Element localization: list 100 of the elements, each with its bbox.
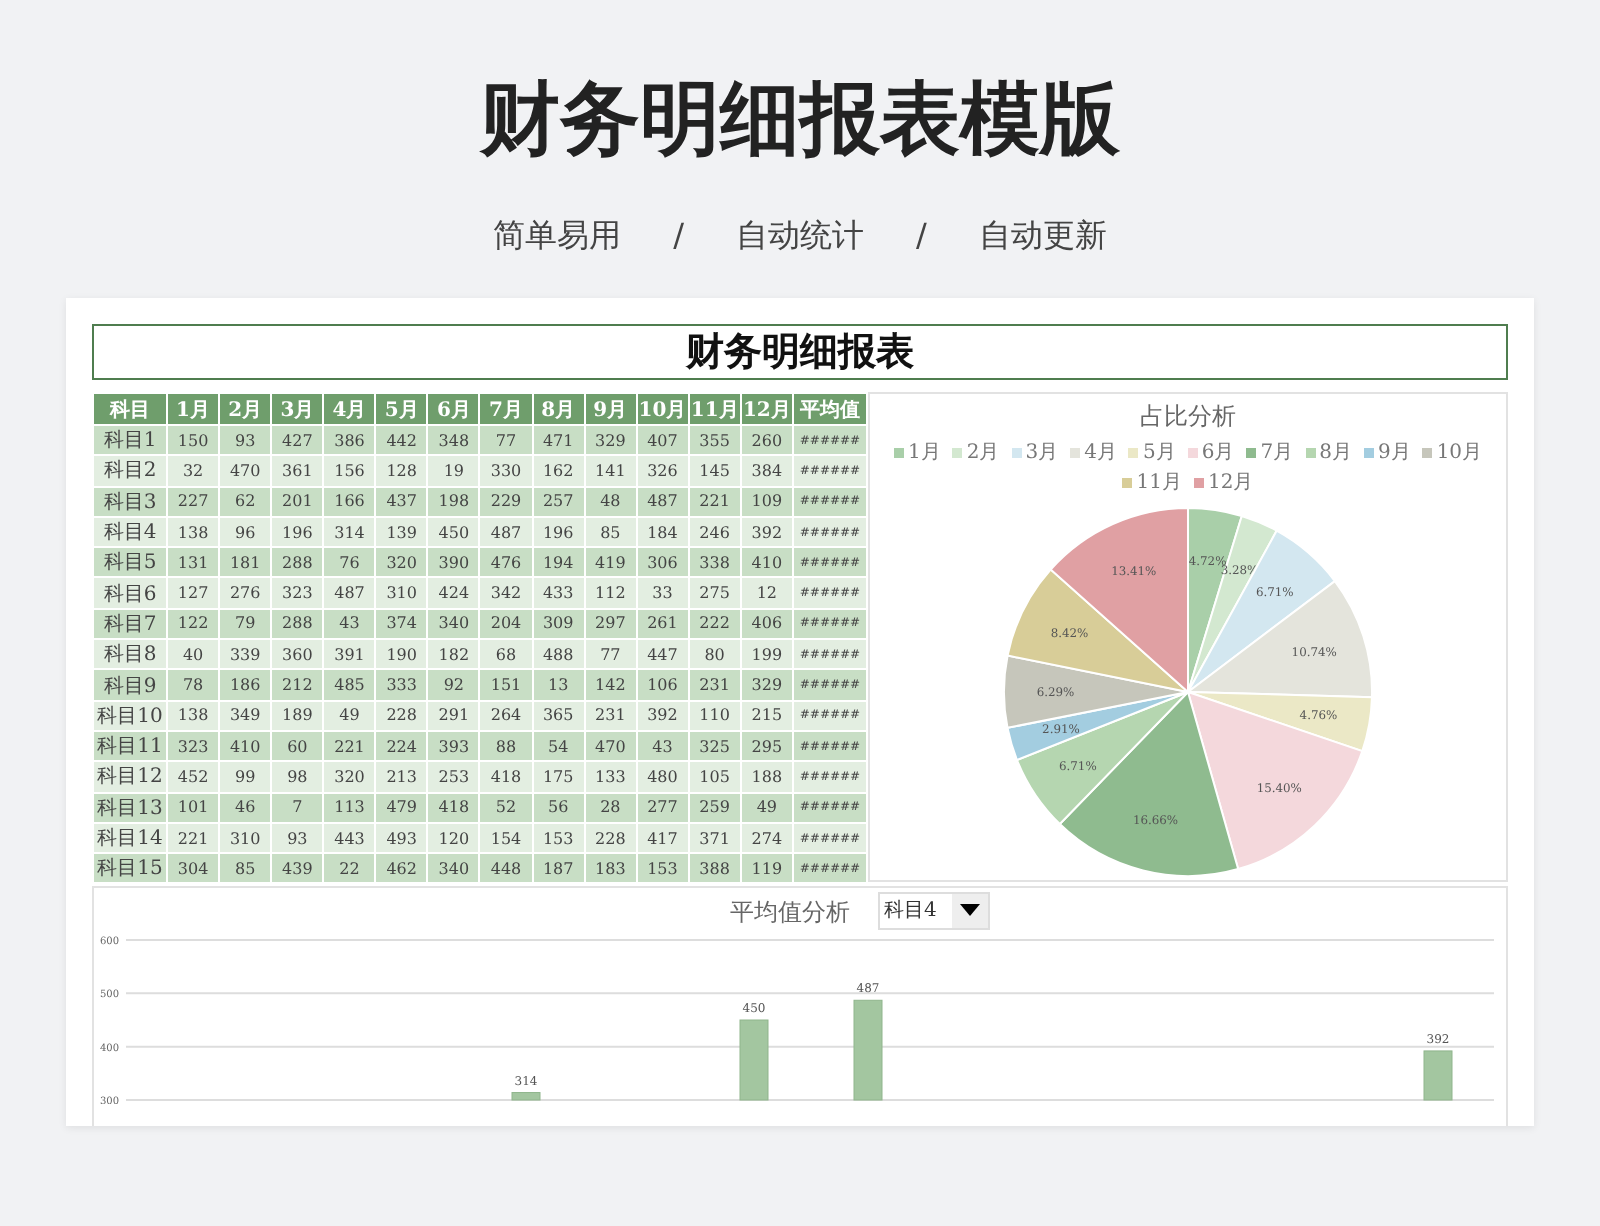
table-cell: 145 [688,455,741,487]
table-cell: 448 [479,853,533,884]
legend-label: 2月 [966,440,1000,466]
table-cell: 78 [167,669,220,701]
table-cell: 257 [532,486,585,517]
table-cell: 科目1 [93,425,167,456]
column-header: 科目 [93,393,167,425]
table-cell: 54 [532,730,585,762]
table-cell: 56 [532,792,585,823]
table-cell: 科目10 [93,700,167,731]
table-cell: 487 [636,486,689,517]
table-cell: 260 [740,425,793,456]
subject-dropdown[interactable]: 科目4 [878,891,990,929]
table-cell: 184 [636,516,689,548]
table-cell: 470 [219,455,272,487]
separator: / [916,216,927,258]
table-cell: 153 [636,853,689,884]
table-cell: 196 [532,516,585,548]
table-cell: 13 [532,669,585,701]
table-cell: 407 [636,425,689,456]
table-cell: 49 [323,700,376,731]
table-cell: 99 [219,761,272,793]
column-header: 12月 [740,393,793,425]
bar [1423,1050,1453,1101]
table-cell: 113 [323,792,376,823]
table-cell: 7 [271,792,324,823]
table-cell: 183 [584,853,637,884]
table-cell: 120 [427,822,480,854]
table-cell: 43 [323,608,376,640]
table-cell: 48 [584,486,637,517]
legend-label: 10月 [1436,440,1483,466]
table-cell: 221 [688,486,741,517]
table-cell: 450 [427,516,480,548]
table-cell: 85 [219,853,272,884]
table-cell: 310 [219,822,272,854]
legend-label: 4月 [1084,440,1117,466]
table-cell: 231 [688,669,741,701]
page-title: 财务明细报表模版 [480,72,1120,170]
column-header: 10月 [636,393,689,425]
table-cell: 199 [740,639,793,670]
bar [853,999,883,1101]
table-cell: 386 [323,425,376,456]
table-cell: 476 [479,547,533,578]
table-cell: 76 [323,547,376,578]
table-cell: 194 [532,547,585,578]
table-cell: 科目11 [93,730,167,762]
table-cell: 452 [167,761,220,793]
table-cell: 264 [479,700,533,731]
table-cell: 320 [323,761,376,793]
table-cell: 360 [271,639,324,670]
table-cell: 259 [688,792,741,823]
legend-label: 8月 [1319,440,1352,466]
table-cell: 374 [375,608,428,640]
table-cell: 306 [636,547,689,578]
table-cell: 392 [636,700,689,731]
table-cell: 科目5 [93,547,167,578]
table-cell: 科目4 [93,516,167,548]
table-cell: 182 [427,639,480,670]
table-cell: 291 [427,700,480,731]
table-cell: 424 [427,577,480,609]
table-cell: 442 [375,425,428,456]
column-header: 5月 [375,393,428,425]
column-header: 9月 [584,393,637,425]
table-cell: 227 [167,486,220,517]
table-cell: 科目14 [93,822,167,854]
table-cell: 329 [584,425,637,456]
table-cell: 323 [271,577,324,609]
table-cell: 323 [167,730,220,762]
table-cell: 93 [219,425,272,456]
table-cell: 92 [427,669,480,701]
table-cell: 科目6 [93,577,167,609]
table-cell: 493 [375,822,428,854]
legend-label: 6月 [1201,440,1235,466]
table-cell: 43 [636,730,689,762]
table-cell: 156 [323,455,376,487]
table-cell: 科目9 [93,669,167,701]
legend-label: 7月 [1260,440,1294,466]
table-cell: 196 [271,516,324,548]
legend-label: 11月 [1136,470,1182,496]
table-cell: 304 [167,853,220,884]
table-cell: 22 [323,853,376,884]
bar [511,1092,541,1101]
legend-label: 12月 [1208,470,1254,496]
bar [739,1019,769,1101]
feature-tag: 自动统计 [736,216,864,258]
table-cell: 333 [375,669,428,701]
table-cell: 77 [584,639,637,670]
table-cell: 131 [167,547,220,578]
table-cell: 127 [167,577,220,609]
table-cell: 276 [219,577,272,609]
legend-label: 9月 [1377,440,1411,466]
table-cell: 439 [271,853,324,884]
table-cell: 112 [584,577,637,609]
table-cell: 153 [532,822,585,854]
table-cell: 221 [167,822,220,854]
table-cell: 349 [219,700,272,731]
table-cell: 228 [584,822,637,854]
table-cell: 96 [219,516,272,548]
table-cell: 186 [219,669,272,701]
table-cell: 32 [167,455,220,487]
